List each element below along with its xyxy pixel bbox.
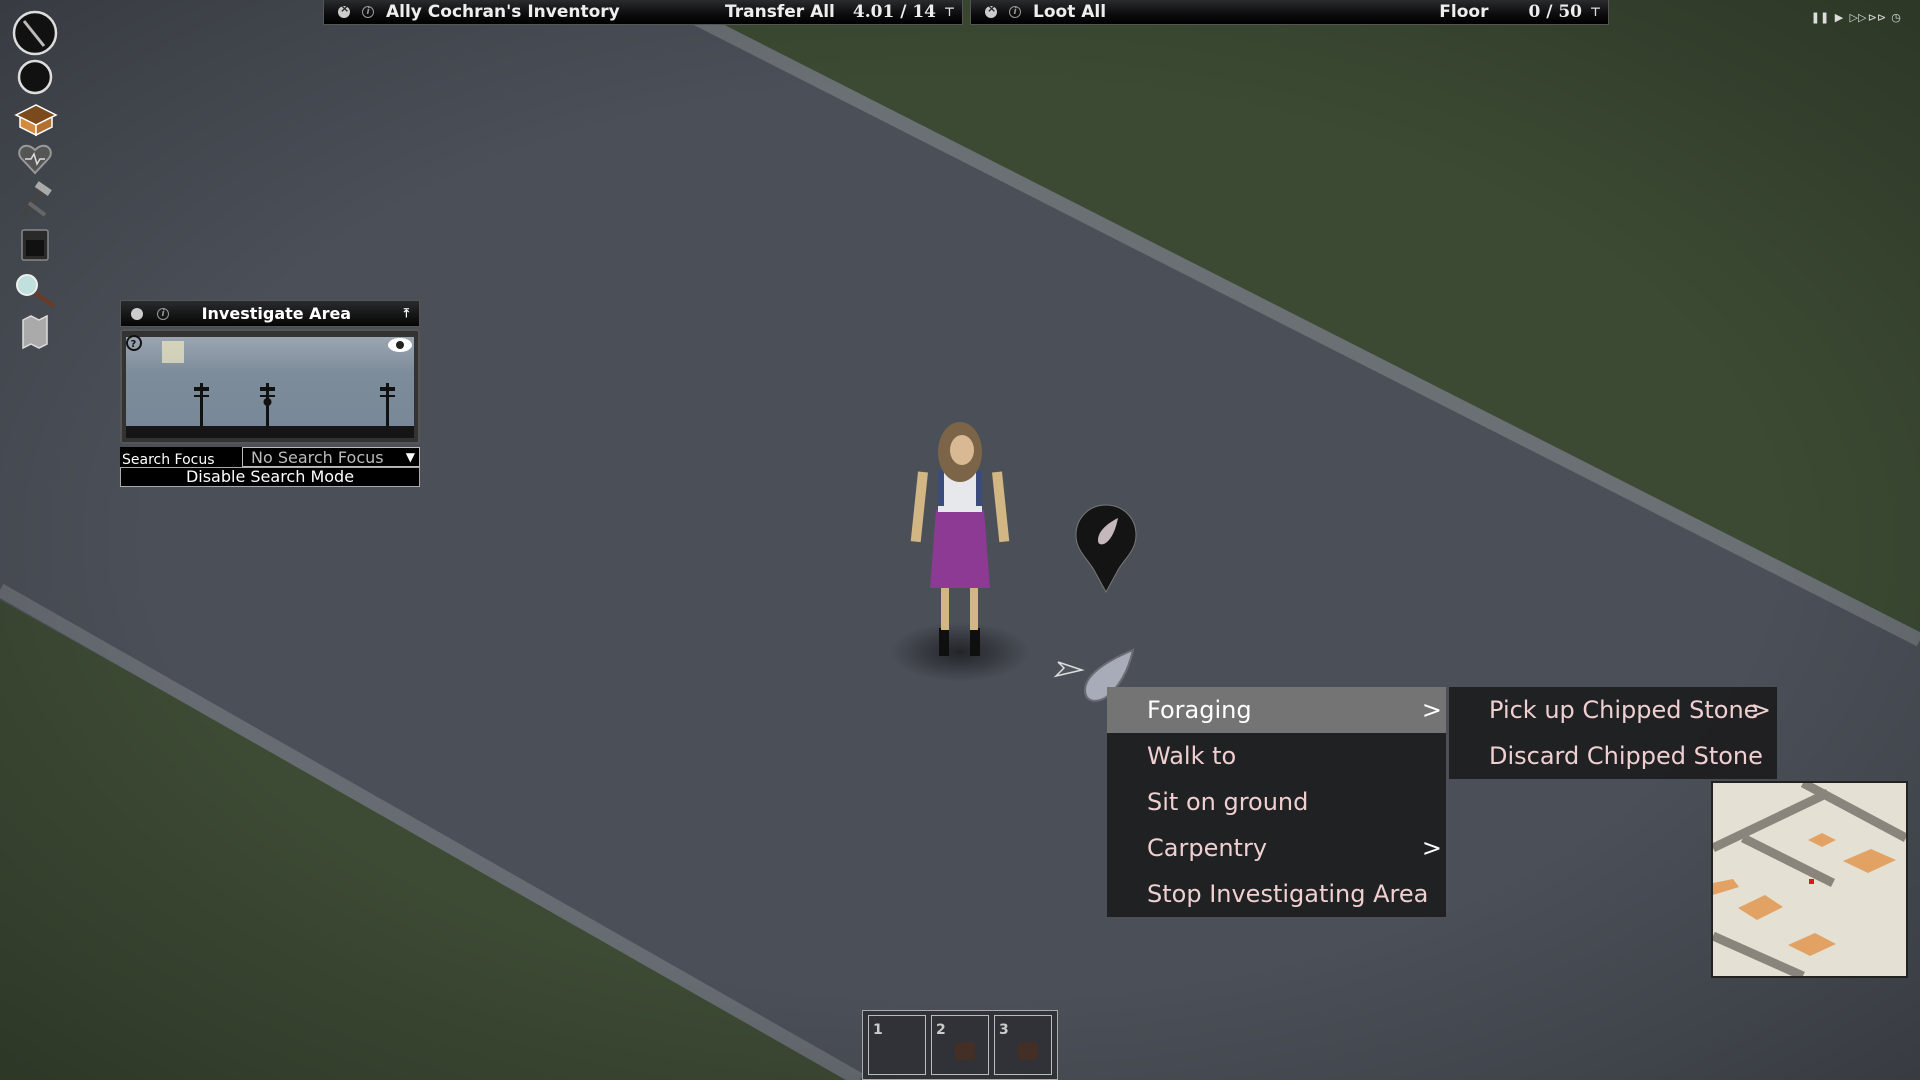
stove-icon <box>21 229 49 261</box>
info-icon[interactable]: i <box>362 6 374 18</box>
play-icon[interactable]: ▶ <box>1831 10 1847 24</box>
context-menu: Foraging > Walk to Sit on ground Carpent… <box>1107 687 1446 917</box>
menu-item-walk-to[interactable]: Walk to <box>1107 733 1446 779</box>
search-mode-button[interactable] <box>12 271 58 309</box>
container-name: Floor <box>1439 2 1489 22</box>
bag-icon <box>955 1042 975 1060</box>
game-world[interactable] <box>0 0 1920 1080</box>
game-speed-controls: ❚❚ ▶ ▷▷ ⊳⊳ ◷ <box>1811 10 1904 24</box>
bag-icon <box>1018 1042 1038 1060</box>
map-icon <box>22 314 48 350</box>
pin-icon[interactable]: ⊤ <box>944 5 955 19</box>
panel-title: Investigate Area <box>201 304 352 323</box>
submenu-item-discard[interactable]: Discard Chipped Stone <box>1449 733 1777 779</box>
investigate-area-panel: i Investigate Area ⤒ ? Search Focus No S… <box>120 300 420 490</box>
close-icon[interactable] <box>131 307 143 320</box>
search-focus-dropdown[interactable]: No Search Focus ▼ <box>242 447 420 467</box>
loot-weight: 0 / 50 <box>1528 2 1582 22</box>
hotbar-slot-1[interactable]: 1 <box>868 1015 926 1075</box>
health-button[interactable] <box>12 140 58 178</box>
submenu-item-pick-up[interactable]: Pick up Chipped Stone > <box>1449 687 1777 733</box>
search-focus-row: Search Focus No Search Focus ▼ <box>120 447 420 467</box>
inventory-button[interactable] <box>12 99 58 137</box>
eye-icon <box>388 338 412 352</box>
collapse-icon[interactable]: ⤒ <box>404 306 409 321</box>
fastest-forward-icon[interactable]: ⊳⊳ <box>1868 10 1886 24</box>
world-scene <box>0 0 1920 1080</box>
svg-text:?: ? <box>131 339 137 350</box>
pause-icon[interactable]: ❚❚ <box>1811 10 1829 24</box>
loot-window-bar[interactable]: i Loot All Floor 0 / 50 ⊤ <box>970 0 1609 25</box>
info-icon[interactable]: i <box>157 307 169 320</box>
hotbar: 1 2 3 <box>862 1010 1058 1080</box>
crowbar-icon <box>12 10 58 56</box>
pin-icon[interactable]: ⊤ <box>1590 5 1601 19</box>
disable-search-mode-button[interactable]: Disable Search Mode <box>120 467 420 487</box>
search-view: ? <box>120 329 420 444</box>
loot-all-button[interactable]: Loot All <box>1033 2 1106 22</box>
furniture-button[interactable] <box>12 226 58 264</box>
inventory-title: Ally Cochran's Inventory <box>386 2 620 22</box>
hotbar-slot-3[interactable]: 3 <box>994 1015 1052 1075</box>
crafting-button[interactable] <box>12 181 58 219</box>
player-marker <box>1809 879 1814 884</box>
menu-item-carpentry[interactable]: Carpentry > <box>1107 825 1446 871</box>
empty-slot-icon <box>17 59 53 95</box>
minimap-buildings <box>1713 833 1896 956</box>
menu-item-foraging[interactable]: Foraging > <box>1107 687 1446 733</box>
fast-forward-icon[interactable]: ▷▷ <box>1850 10 1867 24</box>
close-icon[interactable] <box>985 2 997 18</box>
chevron-down-icon: ▼ <box>405 450 415 464</box>
heart-icon <box>18 144 52 175</box>
box-icon <box>14 104 58 137</box>
transfer-all-button[interactable]: Transfer All <box>725 2 835 22</box>
secondary-slot[interactable] <box>12 58 58 96</box>
submenu-arrow-icon: > <box>1421 696 1442 724</box>
panel-header[interactable]: i Investigate Area ⤒ <box>120 300 420 327</box>
inventory-window-bar[interactable]: i Ally Cochran's Inventory Transfer All … <box>323 0 963 25</box>
menu-item-sit-on-ground[interactable]: Sit on ground <box>1107 779 1446 825</box>
hammer-saw-icon <box>21 181 52 217</box>
inventory-weight: 4.01 / 14 <box>852 2 936 22</box>
menu-item-stop-investigating[interactable]: Stop Investigating Area <box>1107 871 1446 917</box>
magnifier-icon <box>16 274 56 308</box>
map-button[interactable] <box>12 312 58 350</box>
minimap[interactable] <box>1711 781 1908 978</box>
clock-icon[interactable]: ◷ <box>1888 10 1904 24</box>
utility-poles <box>194 383 395 426</box>
foraging-submenu: Pick up Chipped Stone > Discard Chipped … <box>1449 687 1777 779</box>
info-icon[interactable]: i <box>1009 6 1021 18</box>
hotbar-slot-2[interactable]: 2 <box>931 1015 989 1075</box>
close-icon[interactable] <box>338 2 350 18</box>
search-focus-label: Search Focus <box>122 452 215 467</box>
primary-weapon-slot[interactable] <box>12 10 58 56</box>
submenu-arrow-icon: > <box>1421 834 1442 862</box>
submenu-arrow-icon: > <box>1750 696 1771 724</box>
